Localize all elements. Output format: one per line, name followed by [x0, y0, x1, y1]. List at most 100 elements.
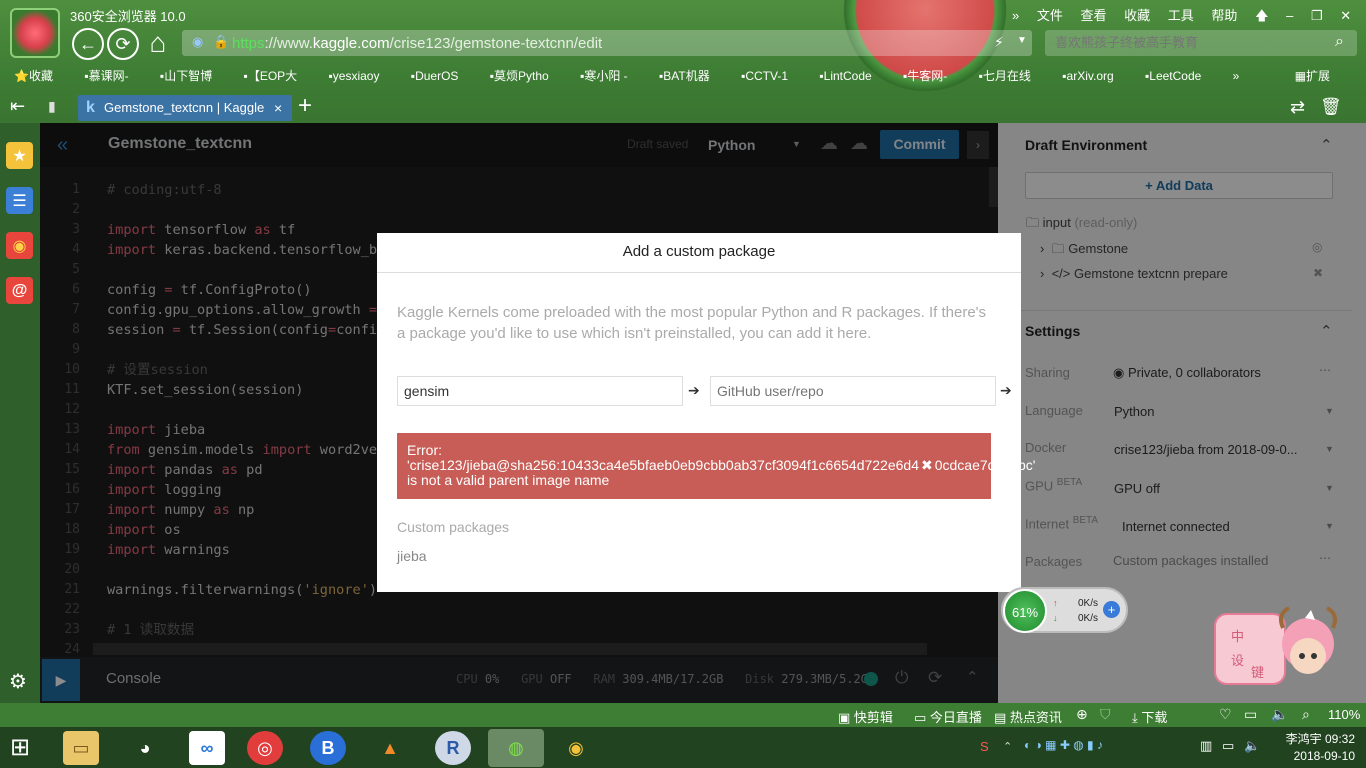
tab-kaggle[interactable]: Gemstone_textcnn | Kaggle	[78, 95, 292, 121]
minimize-icon[interactable]: –	[1286, 8, 1293, 23]
bookmark-item[interactable]: ▪【EOP大	[244, 69, 312, 83]
heart-icon[interactable]: ♡	[1219, 706, 1232, 723]
windows-start-icon[interactable]: ⊞	[10, 733, 30, 762]
skin-icon[interactable]: 🡅	[1255, 8, 1268, 23]
submit-package-icon[interactable]: ➔	[688, 382, 700, 399]
bookmark-item[interactable]: ▪山下智博	[160, 69, 226, 83]
news-label: 热点资讯	[1009, 710, 1062, 725]
swap-icon[interactable]: ⇄	[1290, 97, 1305, 118]
volume-icon[interactable]: 🔈	[1271, 706, 1288, 723]
bookmark-item[interactable]: ▪arXiv.org	[1062, 69, 1127, 83]
add-package-modal	[377, 233, 1021, 592]
net-up-speed: 0K/s	[1078, 598, 1099, 609]
qq-icon[interactable]: ◕	[127, 731, 163, 765]
custom-package-item: jieba	[397, 548, 427, 564]
matlab-icon[interactable]: ▲	[372, 731, 408, 765]
bookmark-item[interactable]: ▪七月在线	[979, 69, 1045, 83]
b-app-icon[interactable]: B	[310, 731, 346, 765]
bookmark-item[interactable]: ▪莫烦Pytho	[490, 69, 563, 83]
download-label: 下载	[1141, 710, 1168, 725]
chopper-ime-widget[interactable]	[1213, 606, 1343, 690]
menu-double-chevron-icon[interactable]: »	[1012, 8, 1019, 23]
menu-help[interactable]: 帮助	[1211, 8, 1237, 23]
error-image-name: 'crise123/jieba@sha256:10433ca4e5bfaeb0e…	[407, 457, 919, 473]
search-icon[interactable]: ⌕	[1335, 33, 1344, 51]
news-link[interactable]: ▤ 热点资讯	[994, 707, 1062, 726]
menu-favorites[interactable]: 收藏	[1124, 8, 1150, 23]
bookmark-item[interactable]: ▪DuerOS	[411, 69, 473, 83]
memory-gauge[interactable]: 61%	[1003, 589, 1047, 633]
live-link[interactable]: ▭ 今日直播	[914, 707, 982, 726]
error-message: Error: 'crise123/jieba@sha256:10433ca4e5…	[397, 433, 1035, 499]
bookmark-item[interactable]: ▪慕课网-	[84, 69, 142, 83]
refresh-icon: ⟳	[115, 33, 131, 54]
bookmarks-more[interactable]: »	[1233, 69, 1240, 83]
system-clock[interactable]: 李鸿宇 09:32 2018-09-10	[1275, 731, 1355, 765]
volume-tray-icon[interactable]: 🔈	[1244, 738, 1260, 754]
netease-music-icon[interactable]: ◎	[247, 731, 283, 765]
shield-icon[interactable]: ⛉	[1100, 706, 1111, 723]
arrow-left-icon: ←	[79, 33, 97, 54]
bookmark-item[interactable]: ▪CCTV-1	[741, 69, 802, 83]
file-explorer-icon[interactable]: ▭	[63, 731, 99, 765]
news-icon[interactable]: ☰	[6, 187, 33, 214]
bookmark-item[interactable]: ▪BAT机器	[659, 69, 724, 83]
github-repo-input[interactable]	[710, 376, 996, 406]
quick-clip-link[interactable]: ▣ 快剪辑	[838, 707, 893, 726]
ime-panel	[1214, 613, 1286, 685]
r-language-icon[interactable]: R	[435, 731, 471, 765]
tray-icons[interactable]: ◐ ◑ ▦ ✚ ◍ ▮ ♪	[1024, 738, 1103, 752]
email-icon[interactable]: @	[6, 277, 33, 304]
submit-github-icon[interactable]: ➔	[1000, 382, 1012, 399]
menu-tools[interactable]: 工具	[1168, 8, 1194, 23]
close-x-icon[interactable]: ✖	[921, 457, 933, 473]
tab-close-icon[interactable]: ×	[274, 95, 282, 121]
plus-circle-icon[interactable]: ⊕	[1076, 706, 1088, 723]
sidebar-toggle-icon[interactable]: ⇤	[10, 96, 25, 117]
bookmark-item[interactable]: ▪寒小阳 -	[580, 69, 642, 83]
battery-icon[interactable]: ▭	[1222, 738, 1234, 754]
lightning-icon[interactable]: ⚡	[994, 34, 1004, 51]
download-link[interactable]: ⤓ 下载	[1132, 707, 1167, 726]
weibo-icon[interactable]: ◉	[6, 232, 33, 259]
bookmark-item[interactable]: ⭐收藏	[14, 69, 67, 83]
trash-icon[interactable]: 🗑	[1320, 97, 1342, 117]
chevron-down-icon[interactable]: ▼	[1017, 35, 1027, 46]
package-name-input[interactable]	[397, 376, 683, 406]
new-tab-button[interactable]: +	[298, 92, 312, 120]
360-browser-taskbar-icon[interactable]: ◍	[488, 729, 544, 767]
restore-icon[interactable]: ❐	[1311, 8, 1323, 23]
close-window-icon[interactable]: ✕	[1340, 8, 1351, 23]
refresh-button[interactable]: ⟳	[107, 28, 139, 60]
zoom-level[interactable]: 110%	[1328, 707, 1360, 722]
bookmark-item[interactable]: ▪LeetCode	[1145, 69, 1215, 83]
back-button[interactable]: ←	[72, 28, 104, 60]
window-icon[interactable]: ▭	[1244, 706, 1257, 723]
chopper-eye	[1299, 653, 1305, 659]
menu-file[interactable]: 文件	[1037, 8, 1063, 23]
bookmark-label: 收藏	[28, 69, 53, 83]
search-input[interactable]	[1055, 35, 1325, 50]
favorites-star-icon[interactable]: ★	[6, 142, 33, 169]
address-bar[interactable]: ◉ 🔒 https://www.kaggle.com/crise123/gems…	[182, 30, 1032, 56]
s-ime-icon[interactable]: S	[980, 739, 989, 754]
bookmark-label: 牛客网-	[907, 69, 948, 83]
chrome-icon[interactable]: ◉	[558, 731, 594, 765]
browser-title: 360安全浏览器 10.0	[70, 9, 186, 24]
menu-view[interactable]: 查看	[1081, 8, 1107, 23]
bookmark-label: 寒小阳 -	[584, 69, 628, 83]
tray-chevron-icon[interactable]: ⌃	[1003, 740, 1012, 753]
home-button[interactable]: ⌂	[141, 28, 175, 60]
speedup-plus-icon[interactable]: +	[1103, 601, 1120, 618]
search-box[interactable]: ⌕	[1045, 30, 1357, 56]
bookmark-label: 七月在线	[982, 69, 1031, 83]
extensions-button[interactable]: ▦扩展	[1295, 69, 1344, 83]
bookmark-item[interactable]: ▪yesxiaoy	[329, 69, 394, 83]
baidu-netdisk-icon[interactable]: ∞	[189, 731, 225, 765]
tab-list-icon[interactable]: ▮	[48, 98, 56, 115]
bookmark-item[interactable]: ▪牛客网-	[903, 69, 961, 83]
bookmark-item[interactable]: ▪LintCode	[819, 69, 885, 83]
settings-gear-icon[interactable]: ⚙	[9, 669, 27, 694]
network-icon[interactable]: ▥	[1200, 738, 1212, 754]
zoom-icon[interactable]: ⌕	[1302, 706, 1310, 723]
